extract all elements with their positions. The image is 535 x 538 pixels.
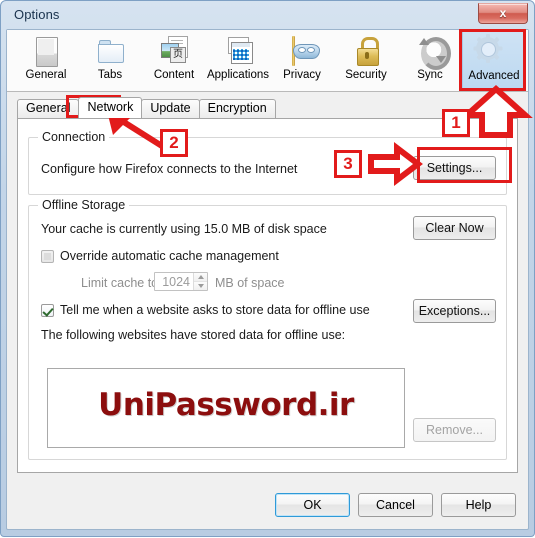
pane-content[interactable]: 页 Content — [142, 30, 206, 90]
limit-cache-unit: MB of space — [215, 276, 285, 290]
applications-icon — [218, 34, 258, 68]
ok-button[interactable]: OK — [275, 493, 350, 517]
tab-update[interactable]: Update — [141, 99, 200, 118]
stepper-arrows[interactable] — [193, 273, 207, 290]
limit-cache-stepper[interactable]: 1024 — [154, 272, 208, 291]
pane-advanced[interactable]: Advanced — [462, 30, 526, 90]
override-cache-row[interactable]: Override automatic cache management — [41, 249, 279, 263]
pane-applications[interactable]: Applications — [206, 30, 270, 90]
stepper-down-icon[interactable] — [194, 282, 207, 290]
remove-button-label: Remove... — [426, 423, 483, 437]
tab-encryption-label: Encryption — [207, 101, 267, 115]
pane-security-label: Security — [345, 69, 387, 81]
connection-group-title: Connection — [38, 130, 110, 144]
tab-encryption[interactable]: Encryption — [198, 99, 276, 118]
pane-tabs[interactable]: Tabs — [78, 30, 142, 90]
pane-sync-label: Sync — [417, 69, 443, 81]
settings-button-label: Settings... — [426, 161, 483, 175]
content-badge: 页 — [170, 47, 186, 63]
override-cache-checkbox[interactable] — [41, 249, 54, 263]
pane-general[interactable]: General — [14, 30, 78, 90]
window-title: Options — [14, 7, 60, 22]
ok-button-label: OK — [303, 498, 322, 512]
tell-me-label: Tell me when a website asks to store dat… — [60, 303, 370, 317]
cancel-button[interactable]: Cancel — [358, 493, 433, 517]
connection-description: Configure how Firefox connects to the In… — [41, 162, 298, 176]
exceptions-button-label: Exceptions... — [418, 304, 491, 318]
pane-privacy-label: Privacy — [283, 69, 321, 81]
close-button[interactable]: x — [478, 3, 528, 24]
settings-button[interactable]: Settings... — [413, 156, 496, 180]
padlock-icon — [346, 34, 386, 68]
sync-refresh-icon — [410, 34, 451, 70]
override-cache-label: Override automatic cache management — [60, 249, 279, 263]
tab-update-label: Update — [150, 101, 191, 115]
clear-now-button-label: Clear Now — [425, 221, 484, 235]
dialog-body: General Tabs 页 Content Applications Priv… — [6, 29, 529, 530]
tab-general[interactable]: General — [17, 99, 80, 118]
gear-icon — [473, 34, 514, 69]
offline-storage-group-title: Offline Storage — [38, 198, 130, 212]
limit-cache-value[interactable]: 1024 — [155, 275, 193, 289]
offline-storage-group: Offline Storage Your cache is currently … — [28, 198, 507, 460]
cancel-button-label: Cancel — [376, 498, 415, 512]
tell-me-row[interactable]: Tell me when a website asks to store dat… — [41, 303, 370, 317]
stored-sites-listbox[interactable]: UniPassword.ir — [47, 368, 405, 448]
tab-network-label: Network — [87, 100, 134, 114]
privacy-mask-icon — [282, 34, 322, 68]
pane-privacy[interactable]: Privacy — [270, 30, 334, 90]
tab-network[interactable]: Network — [78, 97, 143, 118]
preferences-pane-toolbar: General Tabs 页 Content Applications Priv… — [7, 30, 528, 92]
help-button[interactable]: Help — [441, 493, 516, 517]
options-dialog-window: Options x General Tabs 页 Content Applica… — [0, 0, 535, 537]
tabs-icon — [90, 34, 130, 68]
pane-general-label: General — [25, 69, 67, 81]
list-item[interactable]: UniPassword.ir — [48, 387, 404, 423]
tab-general-label: General — [26, 101, 71, 115]
clear-now-button[interactable]: Clear Now — [413, 216, 496, 240]
content-icon: 页 — [154, 34, 194, 68]
stepper-up-icon[interactable] — [194, 273, 207, 282]
title-bar: Options x — [1, 1, 535, 29]
limit-cache-label: Limit cache to — [81, 276, 159, 290]
connection-group: Connection Configure how Firefox connect… — [28, 130, 507, 195]
pane-security[interactable]: Security — [334, 30, 398, 90]
close-icon: x — [499, 6, 507, 20]
stored-sites-label: The following websites have stored data … — [41, 328, 346, 342]
pane-content-label: Content — [153, 69, 195, 81]
advanced-tab-strip: General Network Update Encryption — [17, 97, 276, 118]
network-tab-panel: Connection Configure how Firefox connect… — [17, 118, 518, 473]
exceptions-button[interactable]: Exceptions... — [413, 299, 496, 323]
remove-button[interactable]: Remove... — [413, 418, 496, 442]
pane-sync[interactable]: Sync — [398, 30, 462, 90]
dialog-button-bar: OK Cancel Help — [275, 493, 516, 517]
cache-usage-text: Your cache is currently using 15.0 MB of… — [41, 222, 327, 236]
help-button-label: Help — [465, 498, 492, 512]
general-icon — [26, 34, 66, 68]
pane-advanced-label: Advanced — [468, 70, 520, 82]
pane-tabs-label: Tabs — [97, 69, 123, 81]
tell-me-checkbox[interactable] — [41, 303, 54, 317]
pane-applications-label: Applications — [206, 69, 269, 81]
